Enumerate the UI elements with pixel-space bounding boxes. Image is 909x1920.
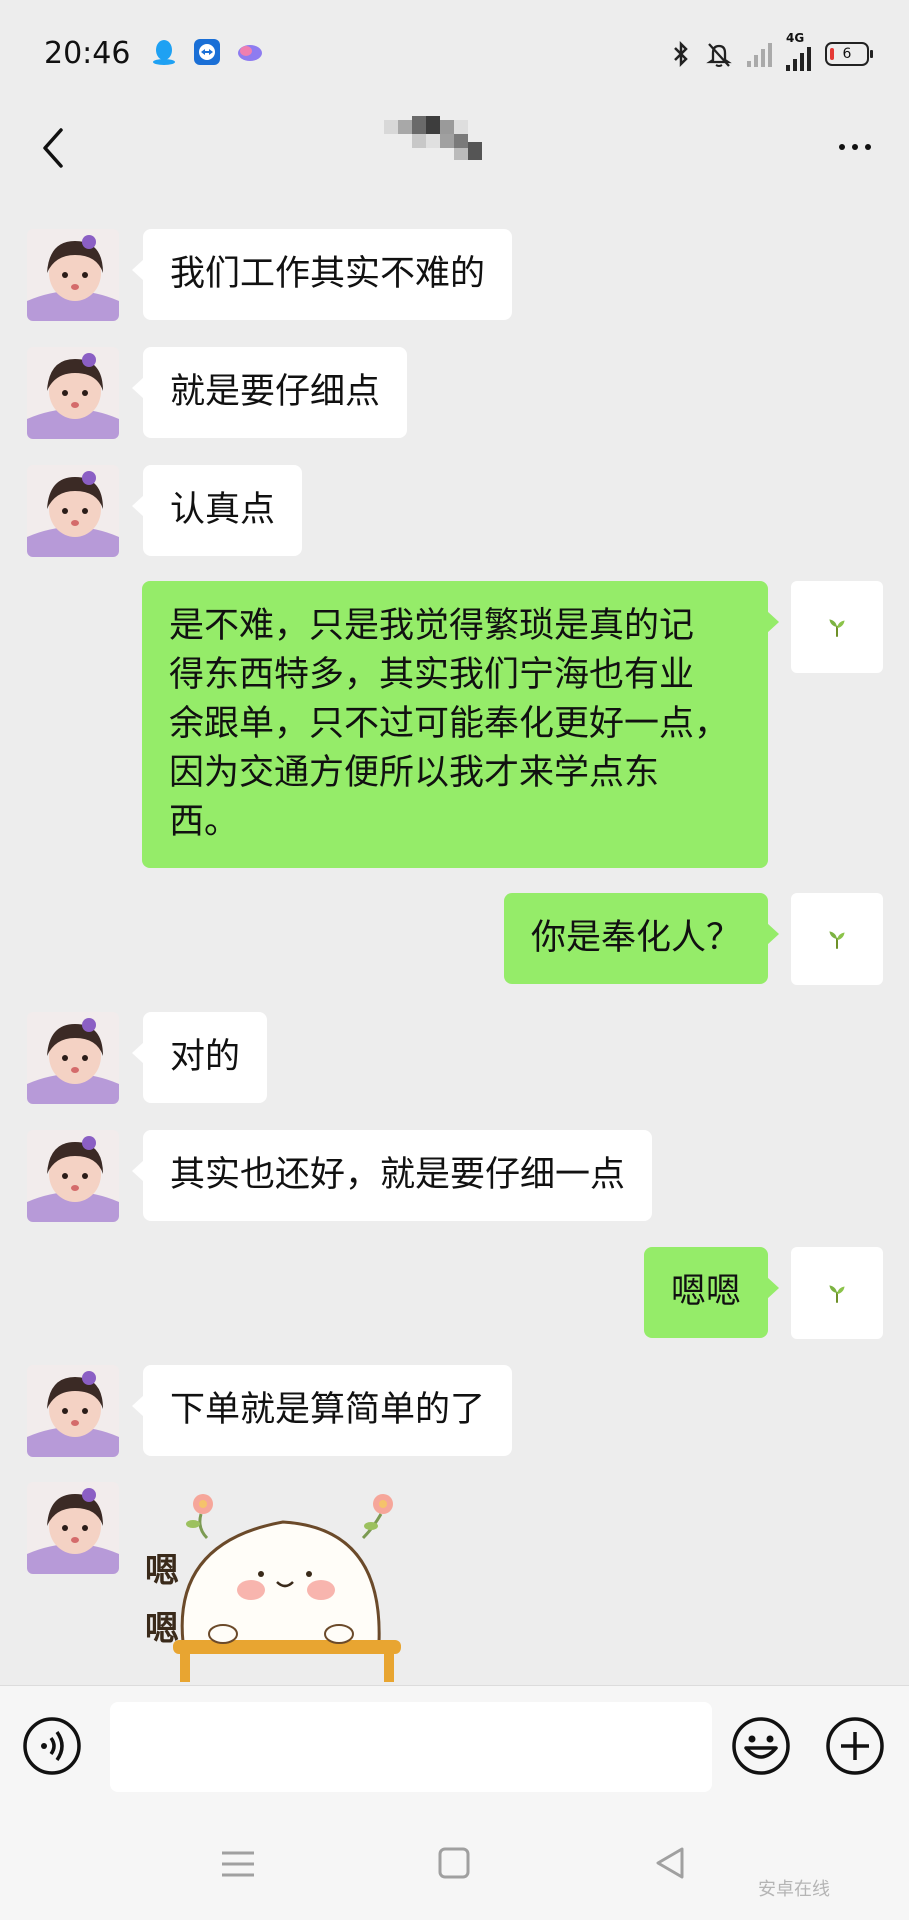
message-bubble[interactable]: 下单就是算简单的了	[131, 1365, 513, 1456]
contact-avatar[interactable]	[27, 229, 119, 321]
contact-avatar[interactable]	[27, 1365, 119, 1457]
sprout-icon	[824, 614, 850, 640]
contact-avatar[interactable]	[27, 1130, 119, 1222]
message-line: 是不难，只是我觉得繁琐是真的记	[169, 606, 695, 646]
plus-icon[interactable]	[825, 1716, 885, 1776]
clock-time: 20:46	[44, 36, 131, 71]
contact-avatar[interactable]	[27, 465, 119, 557]
contact-avatar[interactable]	[27, 1012, 119, 1104]
sticker-text: 嗯 嗯	[145, 1551, 179, 1649]
message-line: 余跟单，只不过可能奉化更好一点，	[169, 704, 730, 744]
message-bubble[interactable]: 嗯嗯	[643, 1247, 780, 1338]
battery-level: 6	[842, 46, 852, 62]
4g-signal-icon: 4G	[786, 31, 811, 71]
user-avatar[interactable]	[791, 893, 883, 985]
message-bubble[interactable]: 其实也还好，就是要仔细一点	[131, 1130, 653, 1221]
mute-bell-icon	[706, 43, 732, 67]
emoji-icon[interactable]	[731, 1716, 791, 1776]
more-options-button[interactable]	[827, 122, 883, 172]
message-line: 西。	[169, 802, 240, 842]
message-line: 得东西特多，其实我们宁海也有业	[169, 655, 695, 695]
user-avatar[interactable]	[791, 581, 883, 673]
message-bubble[interactable]: 你是奉化人？	[503, 893, 780, 984]
message-bubble[interactable]: 就是要仔细点	[131, 347, 408, 438]
chat-header	[0, 108, 909, 208]
back-button[interactable]	[28, 118, 78, 178]
message-line: 因为交通方便所以我才来学点东	[169, 753, 660, 793]
status-icons: 4G 6	[671, 31, 873, 74]
menu-icon[interactable]	[218, 1847, 258, 1881]
bluetooth-icon	[674, 40, 688, 68]
message-bubble[interactable]: 对的	[131, 1012, 268, 1103]
sprout-icon	[824, 926, 850, 952]
signal-icon	[747, 41, 772, 67]
contact-avatar[interactable]	[27, 347, 119, 439]
message-bubble[interactable]: 是不难，只是我觉得繁琐是真的记 得东西特多，其实我们宁海也有业 余跟单，只不过可…	[142, 581, 779, 868]
chevron-left-icon	[43, 128, 63, 168]
sprout-icon	[824, 1280, 850, 1306]
user-avatar[interactable]	[791, 1247, 883, 1339]
battery-icon: 6	[825, 42, 873, 66]
message-bubble[interactable]: 认真点	[131, 465, 303, 556]
watermark: 安卓在线	[758, 1879, 830, 1900]
back-icon[interactable]	[652, 1845, 688, 1881]
sticker-image	[173, 1494, 401, 1682]
home-icon[interactable]	[436, 1845, 472, 1881]
system-nav-bar: 安卓在线	[0, 1805, 909, 1920]
cloud-app-icon	[238, 45, 262, 61]
chat-title-pixelated	[384, 116, 482, 160]
status-bar: 20:46 4G 6	[0, 0, 909, 108]
contact-avatar[interactable]	[27, 1482, 119, 1574]
message-input[interactable]	[110, 1702, 712, 1792]
teamviewer-icon	[194, 39, 220, 65]
sticker-message[interactable]: 嗯 嗯	[143, 1482, 413, 1682]
message-bubble[interactable]: 我们工作其实不难的	[131, 229, 513, 320]
qq-icon	[153, 40, 175, 65]
voice-icon[interactable]	[22, 1716, 82, 1776]
input-bar	[0, 1685, 909, 1806]
